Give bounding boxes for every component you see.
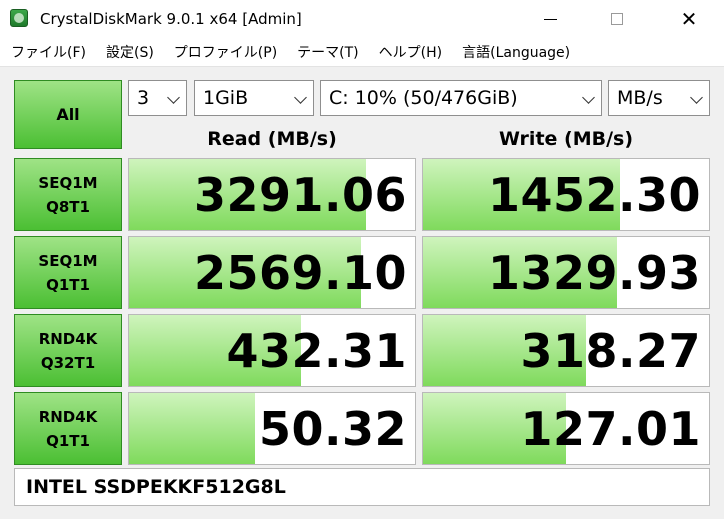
drive-select-value: C: 10% (50/476GiB) xyxy=(329,87,518,109)
test-label-line1: RND4K xyxy=(38,407,98,426)
test-button-rnd4k-q32t1[interactable]: RND4K Q32T1 xyxy=(14,314,122,387)
test-count-select[interactable]: 3 xyxy=(128,80,187,116)
chevron-down-icon xyxy=(690,91,703,104)
write-result-cell: 1452.30 xyxy=(422,158,710,231)
comment-field[interactable]: INTEL SSDPEKKF512G8L xyxy=(14,468,710,506)
write-column-header: Write (MB/s) xyxy=(498,128,634,150)
test-button-seq1m-q1t1[interactable]: SEQ1M Q1T1 xyxy=(14,236,122,309)
read-result-cell: 432.31 xyxy=(128,314,416,387)
read-result-value: 432.31 xyxy=(226,324,407,378)
test-button-rnd4k-q1t1[interactable]: RND4K Q1T1 xyxy=(14,392,122,465)
read-result-bar xyxy=(129,393,255,464)
menu-file[interactable]: ファイル(F) xyxy=(0,42,95,62)
read-result-value: 50.32 xyxy=(258,402,407,456)
minimize-icon xyxy=(543,18,557,20)
test-label-line2: Q8T1 xyxy=(46,197,90,216)
read-result-value: 3291.06 xyxy=(193,168,407,222)
menu-theme[interactable]: テーマ(T) xyxy=(286,42,367,62)
read-result-cell: 3291.06 xyxy=(128,158,416,231)
title-bar: CrystalDiskMark 9.0.1 x64 [Admin] ✕ xyxy=(0,0,724,38)
chevron-down-icon xyxy=(167,91,180,104)
minimize-button[interactable] xyxy=(527,0,573,38)
test-label-line2: Q1T1 xyxy=(46,431,90,450)
menu-bar: ファイル(F) 設定(S) プロファイル(P) テーマ(T) ヘルプ(H) 言語… xyxy=(0,38,724,67)
write-result-value: 1452.30 xyxy=(487,168,701,222)
test-size-select[interactable]: 1GiB xyxy=(194,80,314,116)
drive-select[interactable]: C: 10% (50/476GiB) xyxy=(320,80,602,116)
maximize-button[interactable] xyxy=(594,0,640,38)
write-result-cell: 318.27 xyxy=(422,314,710,387)
read-column-header: Read (MB/s) xyxy=(207,128,337,150)
write-result-cell: 127.01 xyxy=(422,392,710,465)
test-count-value: 3 xyxy=(137,87,150,109)
test-label-line2: Q32T1 xyxy=(40,353,96,372)
all-button-label: All xyxy=(56,104,80,124)
menu-help[interactable]: ヘルプ(H) xyxy=(368,42,451,62)
unit-select-value: MB/s xyxy=(617,87,663,109)
chevron-down-icon xyxy=(582,91,595,104)
read-result-value: 2569.10 xyxy=(193,246,407,300)
test-label-line1: SEQ1M xyxy=(38,173,98,192)
menu-profile[interactable]: プロファイル(P) xyxy=(163,42,286,62)
test-button-seq1m-q8t1[interactable]: SEQ1M Q8T1 xyxy=(14,158,122,231)
write-result-value: 318.27 xyxy=(520,324,701,378)
test-label-line2: Q1T1 xyxy=(46,275,90,294)
close-icon: ✕ xyxy=(680,7,698,31)
chevron-down-icon xyxy=(294,91,307,104)
test-label-line1: SEQ1M xyxy=(38,251,98,270)
menu-settings[interactable]: 設定(S) xyxy=(95,42,163,62)
menu-language[interactable]: 言語(Language) xyxy=(451,42,579,62)
read-result-cell: 2569.10 xyxy=(128,236,416,309)
unit-select[interactable]: MB/s xyxy=(608,80,710,116)
test-size-value: 1GiB xyxy=(203,87,249,109)
maximize-icon xyxy=(611,13,623,25)
all-button[interactable]: All xyxy=(14,80,122,149)
write-result-cell: 1329.93 xyxy=(422,236,710,309)
app-icon xyxy=(10,9,28,27)
write-result-value: 1329.93 xyxy=(487,246,701,300)
window-title: CrystalDiskMark 9.0.1 x64 [Admin] xyxy=(40,10,302,28)
drive-model-name: INTEL SSDPEKKF512G8L xyxy=(26,476,286,498)
write-result-value: 127.01 xyxy=(520,402,701,456)
close-button[interactable]: ✕ xyxy=(666,0,712,38)
test-label-line1: RND4K xyxy=(38,329,98,348)
read-result-cell: 50.32 xyxy=(128,392,416,465)
